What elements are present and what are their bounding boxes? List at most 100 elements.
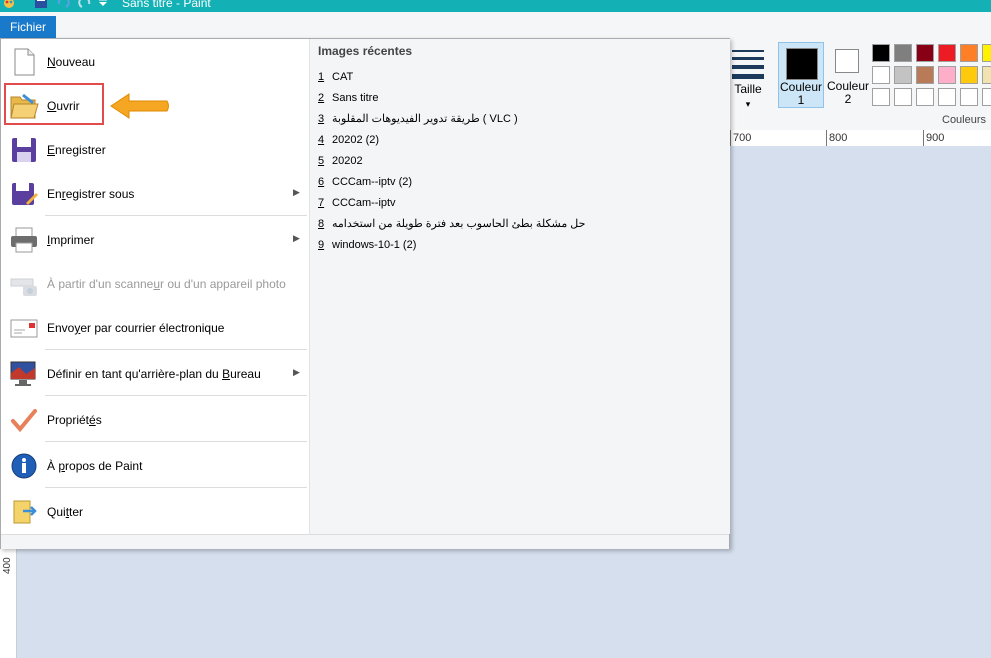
customize-qat-icon[interactable] xyxy=(98,0,108,11)
ruler-tick: 700 xyxy=(733,132,752,144)
recent-image-item[interactable]: 9 windows-10-1 (2) xyxy=(318,235,718,256)
menu-item-label: Nouveau xyxy=(47,55,96,69)
palette-color-cell[interactable] xyxy=(872,66,890,84)
menu-item-label: Enregistrer xyxy=(47,143,106,157)
ruler-tick: 800 xyxy=(829,132,848,144)
recent-images-panel: Images récentes 1 CAT 2 Sans titre 3 طريقة تد… xyxy=(309,39,730,534)
recent-image-name: 20202 xyxy=(332,155,363,167)
recent-image-name: windows-10-1 (2) xyxy=(332,239,417,251)
palette-color-cell[interactable] xyxy=(894,88,912,106)
recent-image-name: CAT xyxy=(332,71,354,83)
arrow-callout-icon xyxy=(109,91,171,124)
menu-item-new-document[interactable]: Nouveau xyxy=(3,41,307,81)
size-button[interactable]: Taille ▾ xyxy=(730,44,766,109)
scanner-camera-icon xyxy=(9,269,39,299)
menu-item-save-disk[interactable]: Enregistrer xyxy=(3,129,307,169)
menu-item-scanner-camera: À partir d'un scanneur ou d'un appareil … xyxy=(3,263,307,303)
menu-item-save-as[interactable]: Enregistrer sous ▶ xyxy=(3,173,307,213)
paint-app-icon[interactable] xyxy=(2,0,16,11)
recent-images-title: Images récentes xyxy=(318,44,413,58)
recent-image-number: 7 xyxy=(318,197,325,209)
save-quick-icon[interactable] xyxy=(34,0,48,11)
recent-image-number: 2 xyxy=(318,92,325,104)
menu-item-printer[interactable]: Imprimer ▶ xyxy=(3,219,307,259)
color1-label: Couleur 1 xyxy=(779,80,823,107)
menu-item-exit[interactable]: Quitter xyxy=(3,491,307,531)
palette-color-cell[interactable] xyxy=(938,88,956,106)
palette-color-cell[interactable] xyxy=(938,44,956,62)
info-icon xyxy=(9,451,39,481)
email-icon xyxy=(9,313,39,343)
recent-image-item[interactable]: 5 20202 xyxy=(318,151,718,172)
palette-color-cell[interactable] xyxy=(982,44,991,62)
menu-item-email[interactable]: Envoyer par courrier électronique xyxy=(3,307,307,347)
redo-icon[interactable] xyxy=(78,0,92,11)
colors-group-label: Couleurs xyxy=(942,114,987,126)
submenu-arrow-icon: ▶ xyxy=(293,367,300,377)
ruler-tick: 900 xyxy=(926,132,945,144)
color1-swatch xyxy=(786,48,818,80)
palette-color-cell[interactable] xyxy=(960,44,978,62)
exit-icon xyxy=(9,497,39,527)
window-title: Sans titre - Paint xyxy=(122,0,211,10)
menu-separator xyxy=(45,215,307,216)
recent-image-number: 6 xyxy=(318,176,325,188)
menu-item-info[interactable]: À propos de Paint xyxy=(3,445,307,485)
recent-image-item[interactable]: 3 طريقة تدوير الفيديوهات المقلوبة ( VLC ) xyxy=(318,109,718,130)
menu-separator xyxy=(45,349,307,350)
menu-item-label: À propos de Paint xyxy=(47,459,143,473)
desktop-background-icon xyxy=(9,359,39,389)
ruler-tick: 400 xyxy=(2,557,13,574)
palette-color-cell[interactable] xyxy=(916,44,934,62)
recent-image-item[interactable]: 6 CCCam--iptv (2) xyxy=(318,172,718,193)
menu-item-label: Quitter xyxy=(47,505,84,519)
size-label: Taille ▾ xyxy=(734,82,762,109)
save-disk-icon xyxy=(9,135,39,165)
recent-image-number: 4 xyxy=(318,134,325,146)
undo-icon[interactable] xyxy=(56,0,70,11)
palette-color-cell[interactable] xyxy=(960,88,978,106)
palette-color-cell[interactable] xyxy=(872,44,890,62)
recent-image-name: حل مشكلة بطئ الحاسوب بعد فترة طويلة من ا… xyxy=(332,218,586,230)
recent-image-number: 9 xyxy=(318,239,325,251)
menu-separator xyxy=(45,487,307,488)
recent-image-item[interactable]: 1 CAT xyxy=(318,67,718,88)
palette-color-cell[interactable] xyxy=(916,88,934,106)
menu-item-label: Propriétés xyxy=(47,413,102,427)
recent-image-name: CCCam--iptv (2) xyxy=(332,176,413,188)
palette-color-cell[interactable] xyxy=(894,66,912,84)
recent-image-item[interactable]: 8 حل مشكلة بطئ الحاسوب بعد فترة طويلة من … xyxy=(318,214,718,235)
color2-button[interactable]: Couleur 2 xyxy=(826,42,870,108)
recent-image-item[interactable]: 4 20202 (2) xyxy=(318,130,718,151)
color1-button[interactable]: Couleur 1 xyxy=(778,42,824,108)
recent-image-item[interactable]: 7 CCCam--iptv xyxy=(318,193,718,214)
file-tab[interactable]: Fichier xyxy=(0,16,56,38)
palette-color-cell[interactable] xyxy=(982,66,991,84)
recent-image-name: Sans titre xyxy=(332,92,379,104)
recent-image-name: CCCam--iptv xyxy=(332,197,396,209)
menu-item-label: Imprimer xyxy=(47,233,95,247)
printer-icon xyxy=(9,225,39,255)
menu-item-label: Enregistrer sous xyxy=(47,187,135,201)
menu-footer xyxy=(1,534,729,549)
palette-color-cell[interactable] xyxy=(916,66,934,84)
menu-item-label: Définir en tant qu'arrière-plan du Burea… xyxy=(47,367,261,381)
color2-label: Couleur 2 xyxy=(826,79,870,106)
recent-image-name: طريقة تدوير الفيديوهات المقلوبة ( VLC ) xyxy=(332,113,518,125)
menu-item-checkmark[interactable]: Propriétés xyxy=(3,399,307,439)
color2-swatch xyxy=(835,49,859,73)
recent-image-number: 8 xyxy=(318,218,325,230)
recent-image-item[interactable]: 2 Sans titre xyxy=(318,88,718,109)
palette-color-cell[interactable] xyxy=(872,88,890,106)
menu-item-label: Envoyer par courrier électronique xyxy=(47,321,225,335)
menu-separator xyxy=(45,441,307,442)
palette-color-cell[interactable] xyxy=(982,88,991,106)
checkmark-icon xyxy=(9,405,39,435)
palette-color-cell[interactable] xyxy=(960,66,978,84)
palette-color-cell[interactable] xyxy=(894,44,912,62)
highlight-box xyxy=(4,83,104,125)
palette-color-cell[interactable] xyxy=(938,66,956,84)
save-as-icon xyxy=(9,179,39,209)
menu-item-desktop-background[interactable]: Définir en tant qu'arrière-plan du Burea… xyxy=(3,353,307,393)
recent-image-number: 1 xyxy=(318,71,325,83)
